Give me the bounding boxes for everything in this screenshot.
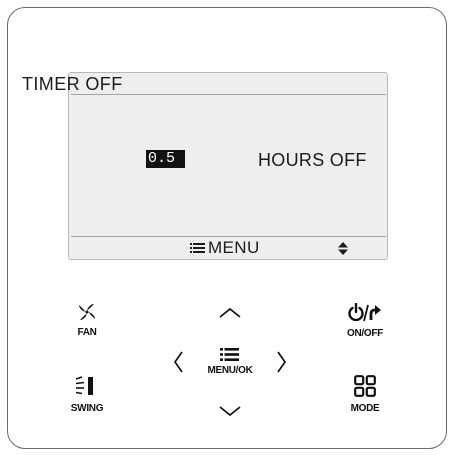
- swing-button[interactable]: SWING: [68, 375, 106, 419]
- title-divider: [71, 94, 386, 95]
- chevron-right-icon[interactable]: [276, 350, 288, 374]
- up-down-arrows-icon: [338, 242, 348, 255]
- menu-icon: [220, 348, 239, 361]
- footer-divider: [71, 236, 386, 237]
- menu-ok-label: MENU/OK: [207, 365, 253, 376]
- menu-ok-button[interactable]: MENU/OK: [198, 345, 262, 381]
- screen-title: TIMER OFF: [22, 74, 123, 94]
- mode-grid-icon: [354, 375, 376, 397]
- swing-icon: [75, 376, 93, 395]
- mode-button[interactable]: MODE: [345, 375, 385, 419]
- timer-value: 0.5: [146, 150, 185, 168]
- menu-icon: [190, 243, 205, 253]
- unit-label: HOURS OFF: [258, 150, 367, 170]
- chevron-up-icon[interactable]: [218, 306, 242, 320]
- chevron-left-icon[interactable]: [172, 350, 184, 374]
- power-label: ON/OFF: [347, 328, 383, 339]
- screen-footer: MENU: [190, 238, 260, 258]
- swing-label: SWING: [70, 403, 104, 414]
- power-back-icon: [348, 303, 381, 322]
- fan-button[interactable]: FAN: [70, 301, 104, 343]
- footer-menu-label: MENU: [208, 238, 260, 257]
- chevron-down-icon[interactable]: [218, 404, 242, 418]
- fan-label: FAN: [77, 327, 97, 338]
- mode-label: MODE: [350, 403, 380, 414]
- fan-icon: [79, 304, 95, 320]
- power-button[interactable]: ON/OFF: [340, 301, 390, 343]
